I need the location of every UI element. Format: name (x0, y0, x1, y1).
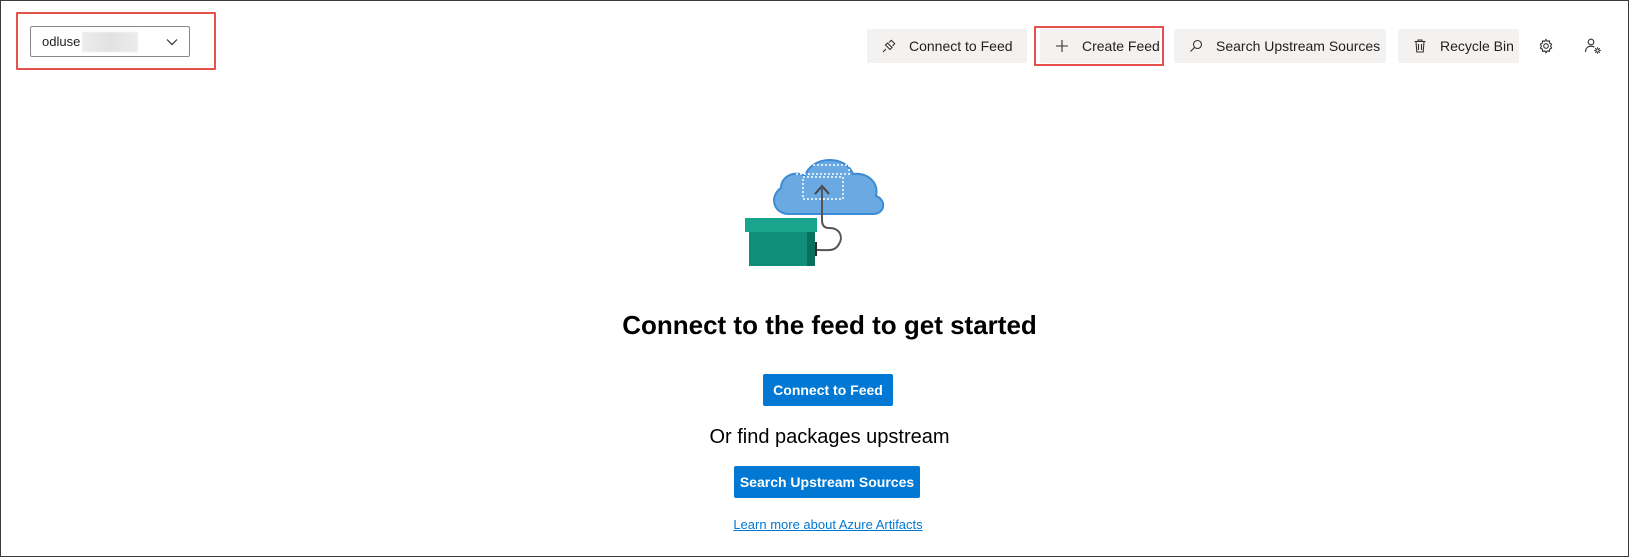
plug-icon (882, 39, 896, 53)
toolbar: Connect to Feed Create Feed Search Upstr… (0, 29, 1629, 63)
search-upstream-primary-button[interactable]: Search Upstream Sources (734, 466, 920, 498)
gear-icon[interactable] (1537, 37, 1555, 55)
recycle-bin-button[interactable]: Recycle Bin (1398, 29, 1519, 63)
people-settings-icon[interactable] (1584, 37, 1602, 55)
recycle-bin-label: Recycle Bin (1440, 38, 1514, 54)
search-upstream-sources-label: Search Upstream Sources (1216, 38, 1381, 54)
empty-state-title: Connect to the feed to get started (622, 310, 1037, 340)
trash-icon (1414, 39, 1426, 53)
search-icon (1190, 39, 1203, 52)
learn-more-link[interactable]: Learn more about Azure Artifacts (0, 517, 1629, 532)
connect-to-feed-label: Connect to Feed (909, 38, 1013, 54)
cloud-upload-illustration (745, 159, 885, 266)
search-upstream-sources-button[interactable]: Search Upstream Sources (1174, 29, 1386, 63)
connect-to-feed-button[interactable]: Connect to Feed (867, 29, 1027, 63)
upstream-prompt-text: Or find packages upstream (709, 426, 950, 448)
connect-to-feed-primary-button[interactable]: Connect to Feed (763, 374, 893, 406)
create-feed-highlight (1034, 26, 1164, 66)
